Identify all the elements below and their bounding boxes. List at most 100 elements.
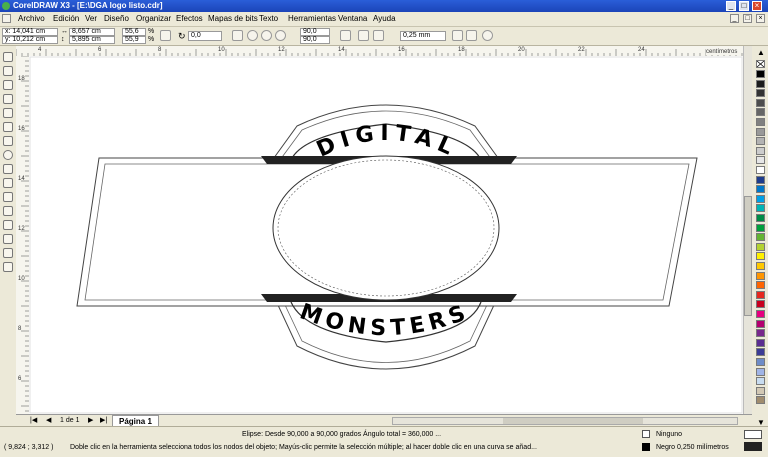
color-swatch[interactable] [756,89,765,98]
minimize-button[interactable]: _ [726,1,736,11]
color-swatch[interactable] [756,329,765,338]
color-swatch[interactable] [756,377,765,386]
color-swatch[interactable] [756,166,765,174]
logo-artwork[interactable]: DIGITAL MONSTERS [29,56,743,414]
outline-swatch[interactable] [744,442,762,451]
color-swatch[interactable] [756,194,765,203]
menu-organizar[interactable]: Organizar [136,13,171,25]
color-swatch[interactable] [756,223,765,232]
menu-diseno[interactable]: Diseño [104,13,129,25]
y-position-field[interactable]: y: 10,212 cm [2,36,58,44]
first-page-button[interactable]: |◀ [30,417,37,425]
maximize-button[interactable]: □ [739,1,749,11]
polygon-tool-icon[interactable] [3,164,13,174]
doc-minimize-button[interactable]: _ [730,14,739,23]
direction-icon[interactable] [340,30,351,41]
color-swatch[interactable] [756,242,765,251]
convert-to-curves-icon[interactable] [482,30,493,41]
rotation-field[interactable]: 0,0 [188,31,222,41]
lock-ratio-icon[interactable] [160,30,171,41]
fill-tool-icon[interactable] [3,248,13,258]
color-swatch[interactable] [756,262,765,270]
color-swatch[interactable] [756,358,765,366]
color-swatch[interactable] [756,79,765,88]
horizontal-scrollbar[interactable] [392,417,738,425]
pie-mode-icon[interactable] [261,30,272,41]
color-swatch[interactable] [756,118,765,126]
to-front-icon[interactable] [452,30,463,41]
menu-ver[interactable]: Ver [85,13,97,25]
color-swatch[interactable] [756,233,765,242]
scale-x-field[interactable]: 55,6 [122,28,146,36]
menu-archivo[interactable]: Archivo [18,13,45,25]
color-swatch[interactable] [756,348,765,357]
outline-pen-icon[interactable] [373,30,384,41]
color-swatch[interactable] [756,146,765,155]
doc-close-button[interactable]: × [756,14,765,23]
outline-width-dropdown[interactable]: 0,25 mm [400,31,446,41]
zoom-tool-icon[interactable] [3,94,13,104]
color-swatch[interactable] [756,252,765,261]
ellipse-mode-icon[interactable] [247,30,258,41]
menu-ayuda[interactable]: Ayuda [373,13,396,25]
start-angle-field[interactable]: 90,0 [300,28,330,36]
color-swatch[interactable] [756,98,765,107]
arc-mode-icon[interactable] [275,30,286,41]
center-ellipse[interactable] [272,155,500,301]
shape-tool-icon[interactable] [3,66,13,76]
rectangle-tool-icon[interactable] [3,136,13,146]
to-back-icon[interactable] [466,30,477,41]
color-swatch[interactable] [756,137,765,146]
color-swatch[interactable] [756,338,765,347]
last-page-button[interactable]: ▶| [100,417,107,425]
no-color-swatch[interactable] [756,60,765,68]
vertical-ruler[interactable]: 18 16 14 12 10 8 6 [16,56,30,414]
color-swatch[interactable] [756,127,765,136]
color-swatch[interactable] [756,204,765,213]
mirror-icon[interactable] [232,30,243,41]
smart-fill-tool-icon[interactable] [3,122,13,132]
color-swatch[interactable] [756,396,765,405]
menu-texto[interactable]: Texto [259,13,278,25]
menu-mapas-de-bits[interactable]: Mapas de bits [208,13,258,25]
color-swatch[interactable] [756,156,765,165]
wrap-icon[interactable] [358,30,369,41]
color-swatch[interactable] [756,319,765,328]
color-swatch[interactable] [756,175,765,184]
drawing-canvas[interactable]: DIGITAL MONSTERS [29,56,743,414]
freehand-tool-icon[interactable] [3,108,13,118]
color-swatch[interactable] [756,300,765,309]
text-tool-icon[interactable] [3,192,13,202]
color-swatch[interactable] [756,281,765,290]
color-swatch[interactable] [756,108,765,117]
interactive-fill-tool-icon[interactable] [3,262,13,272]
menu-herramientas[interactable]: Herramientas [288,13,336,25]
close-button[interactable]: × [752,1,762,11]
color-swatch[interactable] [756,290,765,299]
prev-page-button[interactable]: ◀ [46,417,51,425]
scrollbar-thumb[interactable] [744,196,752,316]
basic-shapes-tool-icon[interactable] [3,178,13,188]
width-field[interactable]: 8,657 cm [69,28,115,36]
palette-up-arrow-icon[interactable]: ▲ [757,48,765,57]
color-swatch[interactable] [756,70,765,78]
color-swatch[interactable] [756,271,765,280]
menu-ventana[interactable]: Ventana [338,13,367,25]
color-swatch[interactable] [756,367,765,376]
crop-tool-icon[interactable] [3,80,13,90]
color-swatch[interactable] [756,185,765,194]
scale-y-field[interactable]: 55,9 [122,36,146,44]
ellipse-tool-icon[interactable] [3,150,13,160]
pick-tool-icon[interactable] [3,52,13,62]
end-angle-field[interactable]: 90,0 [300,36,330,44]
menu-edicion[interactable]: Edición [53,13,79,25]
outline-tool-icon[interactable] [3,234,13,244]
height-field[interactable]: 5,895 cm [69,36,115,44]
interactive-blend-tool-icon[interactable] [3,206,13,216]
hscroll-thumb[interactable] [503,418,643,424]
fill-swatch[interactable] [744,430,762,439]
color-swatch[interactable] [756,214,765,222]
color-swatch[interactable] [756,386,765,395]
x-position-field[interactable]: x: 14,041 cm [2,28,58,36]
menu-efectos[interactable]: Efectos [176,13,203,25]
